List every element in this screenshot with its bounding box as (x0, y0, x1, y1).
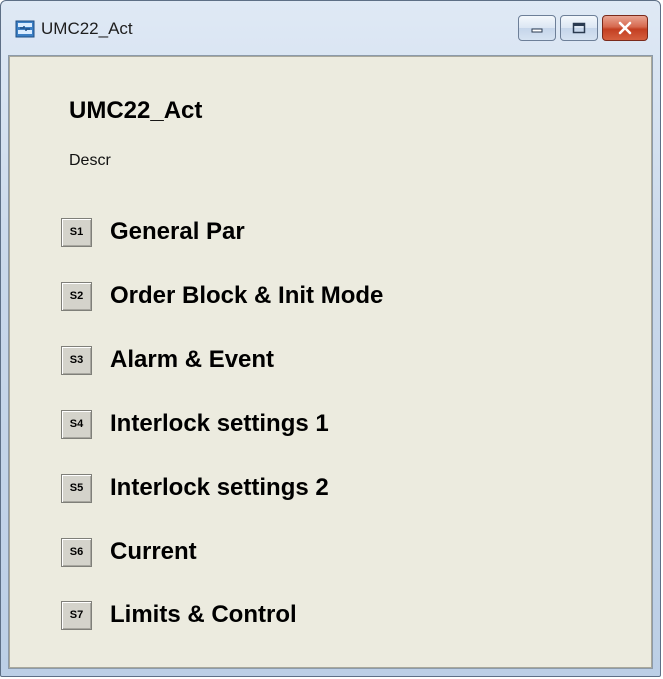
menu-item-limits-control[interactable]: S7 Limits & Control (61, 595, 621, 635)
close-icon (618, 21, 632, 35)
menu-item-label: Current (110, 538, 197, 565)
minimize-button[interactable] (518, 15, 556, 41)
s2-button[interactable]: S2 (61, 281, 92, 311)
menu-item-general-par[interactable]: S1 General Par (61, 212, 621, 252)
menu-item-label: Interlock settings 1 (110, 410, 329, 437)
s5-button[interactable]: S5 (61, 473, 92, 503)
menu-item-label: Alarm & Event (110, 346, 275, 373)
page-title: UMC22_Act (69, 97, 203, 124)
app-icon (15, 20, 35, 38)
app-window: UMC22_Act UMC22_Act Descr S1 General Par… (0, 0, 661, 677)
title-bar[interactable]: UMC22_Act (1, 1, 660, 55)
menu-item-alarm-event[interactable]: S3 Alarm & Event (61, 340, 621, 380)
s6-button[interactable]: S6 (61, 537, 92, 567)
menu-item-label: Interlock settings 2 (110, 474, 329, 501)
page-description: Descr (69, 152, 111, 169)
menu-item-label: General Par (110, 218, 245, 245)
menu-item-label: Limits & Control (110, 601, 297, 628)
caption-buttons (518, 15, 648, 41)
menu-item-order-block[interactable]: S2 Order Block & Init Mode (61, 276, 621, 316)
menu-item-label: Order Block & Init Mode (110, 282, 384, 309)
menu-item-current[interactable]: S6 Current (61, 532, 621, 572)
window-title: UMC22_Act (41, 19, 133, 38)
menu-item-interlock-2[interactable]: S5 Interlock settings 2 (61, 468, 621, 508)
s3-button[interactable]: S3 (61, 345, 92, 375)
client-area: UMC22_Act Descr S1 General Par S2 Order … (8, 55, 653, 669)
s1-button[interactable]: S1 (61, 217, 92, 247)
minimize-icon (531, 28, 543, 33)
menu-item-interlock-1[interactable]: S4 Interlock settings 1 (61, 404, 621, 444)
maximize-button[interactable] (560, 15, 598, 41)
close-button[interactable] (602, 15, 648, 41)
s4-button[interactable]: S4 (61, 409, 92, 439)
maximize-icon (572, 22, 586, 34)
s7-button[interactable]: S7 (61, 600, 92, 630)
